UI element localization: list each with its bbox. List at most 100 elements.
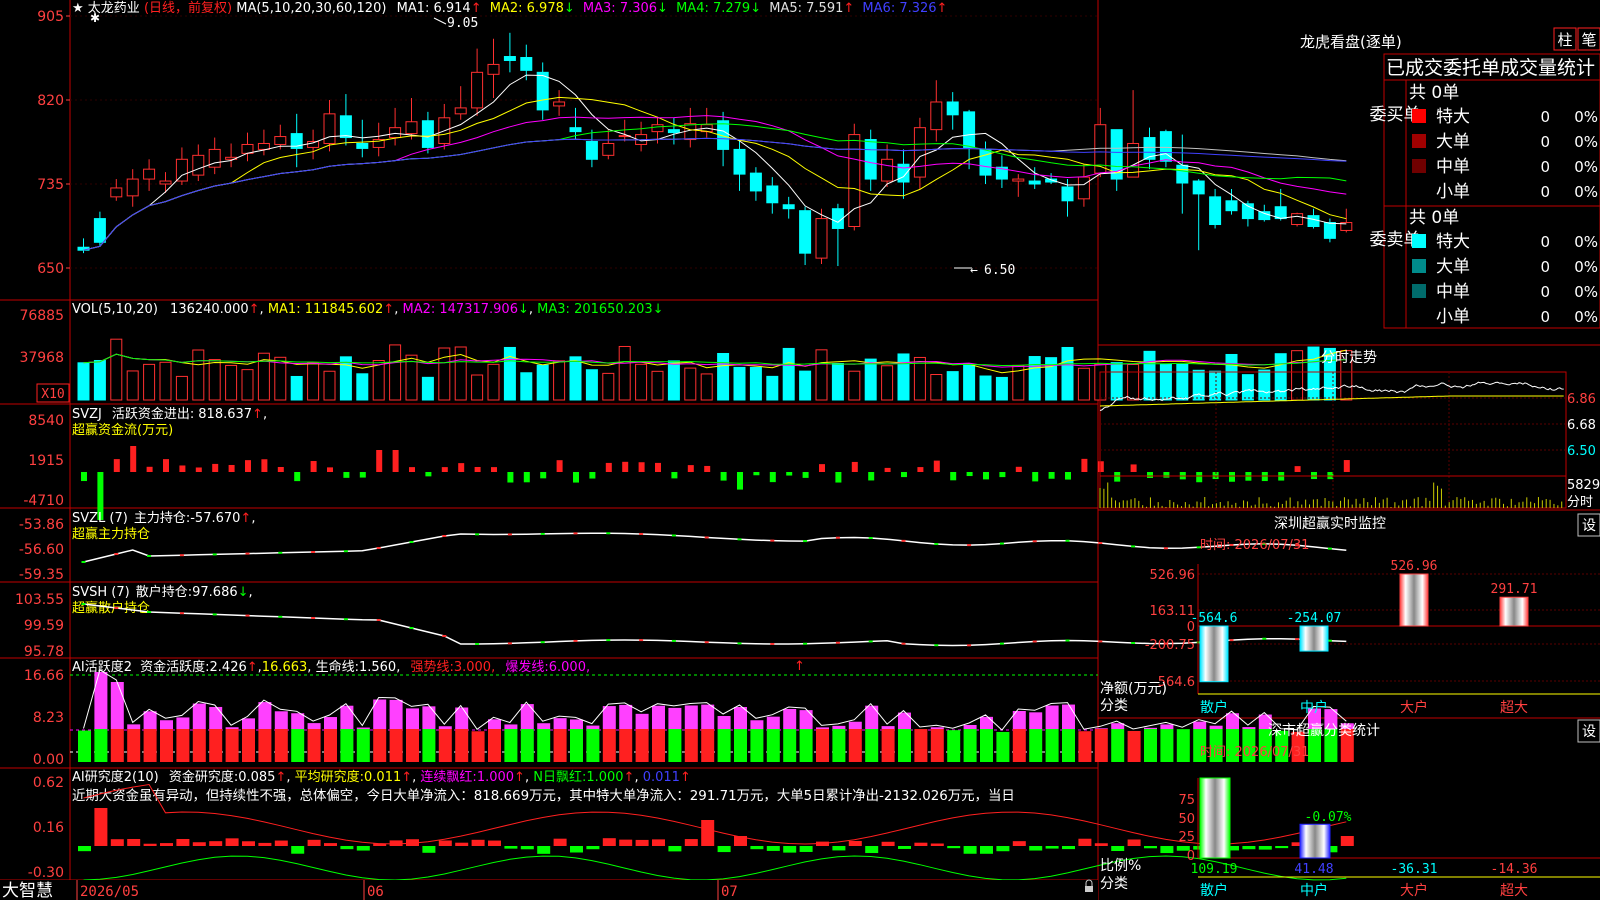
volume-bar bbox=[700, 373, 713, 401]
candle-body bbox=[339, 115, 352, 139]
volume-bar bbox=[143, 363, 156, 401]
volume-panel[interactable]: VOL(5,10,20) 136240.000↑, MA1: 111845.60… bbox=[19, 302, 1353, 403]
volume-bar bbox=[1061, 346, 1074, 401]
ai-research-bar bbox=[110, 839, 124, 846]
svzl-line-tick bbox=[540, 532, 545, 535]
ai-active-bar-top bbox=[832, 725, 846, 729]
ai-research-bar bbox=[488, 840, 501, 846]
ai-research-bar bbox=[1242, 846, 1256, 850]
volume-bar bbox=[290, 375, 303, 401]
ai-active-bar-top bbox=[1045, 705, 1059, 729]
chart-mode: (日线，前复权) bbox=[144, 0, 232, 16]
svsh-line-tick bbox=[1098, 640, 1103, 643]
volume-ma-lines bbox=[83, 349, 1347, 374]
classify-category-label: 大户 bbox=[1400, 882, 1428, 899]
stats-title: 已成交委托单成交量统计 bbox=[1386, 57, 1595, 79]
ai-research-bar bbox=[717, 846, 731, 853]
svzj-bar bbox=[769, 472, 776, 483]
monitor-bar bbox=[1399, 573, 1429, 627]
svg-text:笔[interactable]: 笔 bbox=[1581, 31, 1596, 49]
volume-bar bbox=[717, 352, 730, 401]
svzj-bar bbox=[327, 467, 333, 472]
ai-active-bar-top bbox=[766, 716, 780, 729]
candle-body bbox=[569, 127, 582, 133]
monitor-bar bbox=[1199, 625, 1229, 683]
lhb-panel[interactable]: 龙虎看盘(逐单) 柱 笔 已成交委托单成交量统计 委买单 共 0单 委卖单 共 … bbox=[1300, 27, 1600, 329]
svzl-line-tick bbox=[507, 533, 512, 536]
svzl-line-tick bbox=[442, 535, 447, 537]
ai-research-bar bbox=[1094, 843, 1108, 846]
intraday-lines bbox=[1099, 381, 1564, 508]
svsh-line-tick bbox=[999, 642, 1004, 645]
svzj-bar bbox=[950, 472, 957, 481]
ai-research-bar bbox=[570, 846, 583, 853]
ai-active-bar-top bbox=[1242, 727, 1256, 729]
intraday-title: 分时走势 bbox=[1321, 350, 1377, 366]
svg-text:6.50: 6.50 bbox=[984, 263, 1015, 278]
trading-screen: 905 820 735 650 ✱ ★ 太龙药业 (日线，前复权) MA(5,1… bbox=[0, 0, 1600, 900]
price-panel[interactable]: 905 820 735 650 ✱ ★ 太龙药业 (日线，前复权) MA(5,1… bbox=[37, 0, 1353, 278]
volume-bar bbox=[1028, 356, 1041, 401]
ai-active-bar bbox=[898, 729, 911, 762]
ai-research-bar bbox=[1340, 836, 1354, 846]
ai-research-bar bbox=[340, 846, 354, 850]
svzl-line-tick bbox=[278, 551, 283, 554]
volume-bar bbox=[1159, 363, 1172, 401]
svg-text:SVZL (7)主力持仓:-57.670↑,: SVZL (7) 主力持仓:-57.670↑, bbox=[72, 511, 255, 526]
ai-active-bar-top bbox=[389, 699, 403, 729]
ai-research-bar bbox=[930, 843, 944, 846]
svzj-bar bbox=[786, 472, 793, 476]
candle-body bbox=[159, 180, 172, 185]
svzl-line-tick bbox=[114, 553, 119, 555]
svzj-bar bbox=[294, 472, 301, 482]
svsh-line-tick bbox=[1032, 640, 1037, 643]
ai-active-bar bbox=[143, 729, 157, 762]
candle-body bbox=[881, 158, 894, 182]
monitor-panel[interactable]: 深圳超赢实时监控 设 时间: 2026/07/31 526.96 163.11 … bbox=[1100, 513, 1600, 716]
lhb-row-count: 0 bbox=[1540, 283, 1550, 301]
svzj-bar bbox=[966, 472, 973, 477]
price-ytick: 650 bbox=[37, 261, 64, 277]
legend-swatch bbox=[1412, 234, 1426, 248]
ai-research-bar bbox=[898, 846, 911, 849]
svzl-ytick: -53.86 bbox=[19, 517, 64, 533]
volume-bar bbox=[1291, 350, 1304, 401]
ai-active-bar bbox=[176, 729, 190, 762]
classify-value-label: -36.31 bbox=[1391, 862, 1438, 877]
svsh-line-tick bbox=[868, 640, 873, 643]
volume-bar bbox=[585, 369, 598, 401]
lhb-row-count: 0 bbox=[1540, 183, 1550, 201]
ai-research-green-line bbox=[83, 855, 1347, 881]
candle-body bbox=[553, 101, 566, 107]
svzl-line-tick bbox=[639, 532, 644, 535]
svsh-line-tick bbox=[540, 641, 545, 644]
svzj-bar bbox=[1294, 466, 1301, 472]
ai-research-bar bbox=[1062, 846, 1075, 850]
volume-bars bbox=[77, 338, 1353, 401]
volume-bar bbox=[339, 356, 352, 401]
svzl-panel[interactable]: SVZL (7) 主力持仓:-57.670↑, 超赢主力持仓 -53.86 -56… bbox=[19, 511, 1347, 583]
svg-text:柱[interactable]: 柱 bbox=[1557, 31, 1572, 49]
svg-text:设[interactable]: 设 bbox=[1582, 724, 1596, 740]
ma-line-1 bbox=[83, 74, 1347, 251]
ai-active-bar-top bbox=[143, 711, 157, 729]
svzl-line-tick bbox=[1032, 540, 1037, 543]
volume-bar bbox=[323, 370, 336, 401]
svg-text:设[interactable]: 设 bbox=[1582, 518, 1596, 534]
candle-body bbox=[1192, 180, 1205, 195]
ai-research-bar bbox=[1111, 846, 1125, 851]
ai-active-bar bbox=[1029, 729, 1043, 762]
lhb-row-pct: 0% bbox=[1574, 183, 1598, 201]
ai-active-ytick: 0.00 bbox=[33, 752, 64, 768]
ai-active-bar-top bbox=[537, 723, 551, 729]
ai-active-bar-top bbox=[160, 720, 173, 729]
ai-research-panel[interactable]: AI研究度2(10) 资金研究度:0.085↑, 平均研究度:0.011↑, 连… bbox=[28, 769, 1354, 881]
ai-research-bar bbox=[996, 846, 1010, 852]
classify-value-label: 41.48 bbox=[1294, 862, 1333, 877]
ai-active-bar bbox=[160, 729, 173, 762]
ai-active-bar-top bbox=[291, 713, 305, 729]
ai-active-bar-top bbox=[356, 727, 370, 729]
ai-active-bar bbox=[1127, 730, 1141, 762]
intraday-vol-label: 5829 bbox=[1567, 478, 1600, 493]
ai-active-bar bbox=[520, 729, 534, 762]
